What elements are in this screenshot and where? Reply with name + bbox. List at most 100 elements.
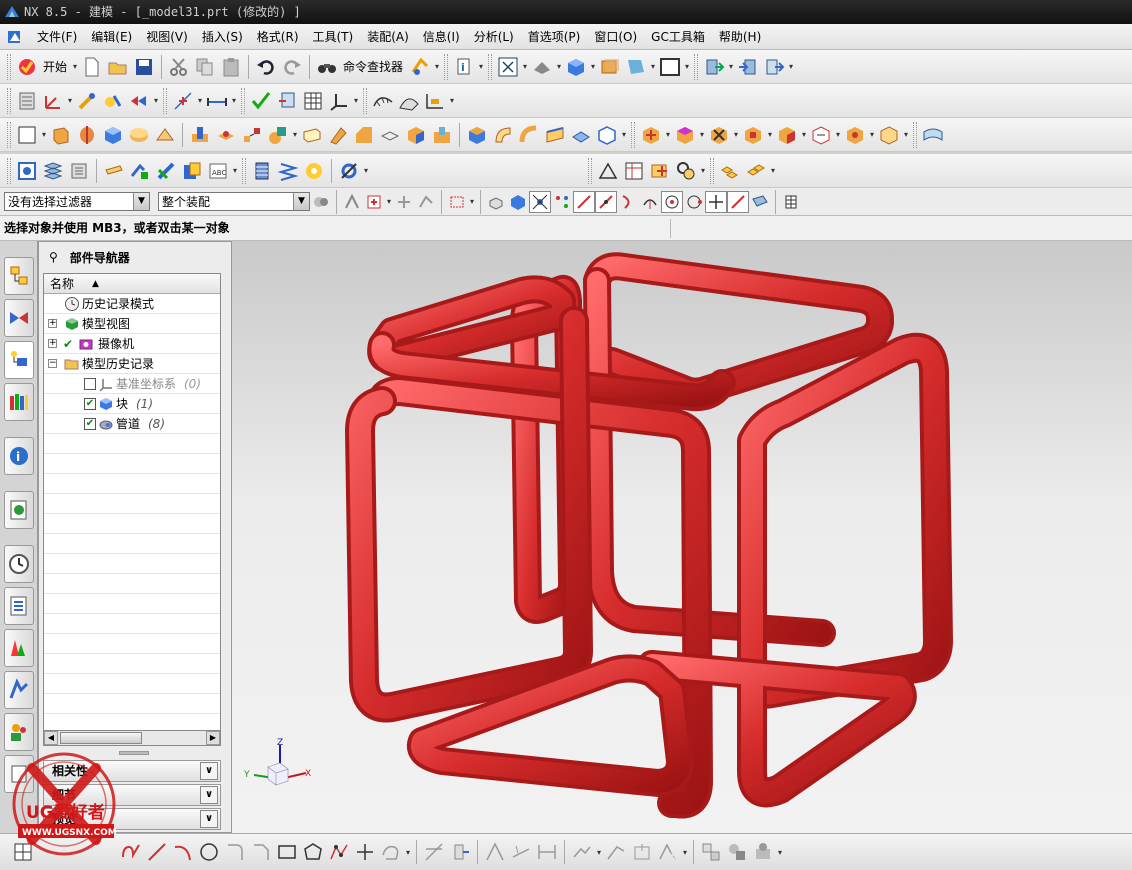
datum-dropdown-icon[interactable]: ▾ — [352, 96, 360, 105]
arc-icon[interactable] — [170, 839, 196, 865]
check-geometry-icon[interactable] — [248, 88, 274, 114]
chamfer-curve-icon[interactable] — [248, 839, 274, 865]
snap-on-face-icon[interactable] — [749, 191, 771, 213]
reuse-library-tab[interactable] — [4, 383, 34, 421]
spreadsheet-icon[interactable] — [300, 88, 326, 114]
alternate-solution-icon[interactable] — [698, 839, 724, 865]
snap-intersection-icon[interactable] — [705, 190, 727, 213]
edit-positioning-icon[interactable] — [40, 158, 66, 184]
unite-icon[interactable] — [265, 122, 291, 148]
layer-stack-icon[interactable] — [14, 88, 40, 114]
expression-icon[interactable]: ABC — [205, 158, 231, 184]
info-dropdown-icon[interactable]: ▾ — [477, 62, 485, 71]
export-dropdown-icon[interactable]: ▾ — [787, 62, 795, 71]
boss-icon[interactable] — [213, 122, 239, 148]
paste-icon[interactable] — [218, 54, 244, 80]
constraint-icon[interactable] — [508, 839, 534, 865]
layer-settings-icon[interactable] — [597, 54, 623, 80]
constraint-navigator-tab[interactable] — [4, 299, 34, 337]
menu-assembly[interactable]: 装配(A) — [360, 28, 416, 45]
spring-icon[interactable] — [275, 158, 301, 184]
tree-node-model-views[interactable]: + 模型视图 — [44, 314, 220, 334]
feature-selection-icon[interactable] — [363, 191, 385, 213]
visibility-checkbox[interactable]: ✔ — [84, 398, 96, 410]
replace-feature-icon[interactable] — [127, 158, 153, 184]
fillet-icon[interactable] — [222, 839, 248, 865]
copy-icon[interactable] — [192, 54, 218, 80]
assembly-load-icon[interactable] — [701, 54, 727, 80]
menu-view[interactable]: 视图(V) — [139, 28, 195, 45]
array-dropdown-icon[interactable]: ▾ — [769, 166, 777, 175]
curve-snap-icon[interactable] — [415, 191, 437, 213]
pmi-icon[interactable] — [647, 158, 673, 184]
studio-spline-icon[interactable] — [326, 839, 352, 865]
extrude-icon[interactable] — [48, 122, 74, 148]
feature-select-dropdown-icon[interactable]: ▾ — [385, 197, 393, 206]
sphere-edge-icon[interactable] — [594, 122, 620, 148]
examine-geometry-icon[interactable] — [274, 88, 300, 114]
new-file-icon[interactable] — [79, 54, 105, 80]
face-analysis-icon[interactable] — [396, 88, 422, 114]
roles-tab[interactable] — [4, 713, 34, 751]
edit-object-display-icon[interactable] — [74, 88, 100, 114]
bearing-icon[interactable] — [301, 158, 327, 184]
snap-select-icon[interactable] — [341, 191, 363, 213]
rect-select-dropdown-icon[interactable]: ▾ — [468, 197, 476, 206]
menu-edit[interactable]: 编辑(E) — [84, 28, 139, 45]
solid-select-icon[interactable] — [507, 191, 529, 213]
measure-dropdown-icon[interactable]: ▾ — [230, 96, 238, 105]
touch-dropdown-icon[interactable]: ▾ — [433, 62, 441, 71]
component-array-icon[interactable] — [743, 158, 769, 184]
table-note-icon[interactable] — [621, 158, 647, 184]
scroll-right-icon[interactable]: ▶ — [206, 731, 220, 745]
unite-dropdown-icon[interactable]: ▾ — [291, 130, 299, 139]
shaded-dropdown-icon[interactable]: ▾ — [589, 62, 597, 71]
create-inferred-icon[interactable] — [750, 839, 776, 865]
scroll-left-icon[interactable]: ◀ — [44, 731, 58, 745]
delete-face-dropdown-icon[interactable]: ▾ — [732, 130, 740, 139]
unsuppress-feature-icon[interactable] — [179, 158, 205, 184]
tree-node-model-history[interactable]: − 模型历史记录 — [44, 354, 220, 374]
draft-icon[interactable] — [377, 122, 403, 148]
chevron-down-icon[interactable]: ▼ — [293, 193, 309, 210]
selection-filter-select[interactable]: 没有选择过滤器 ▼ — [4, 192, 150, 211]
web-browser-tab[interactable] — [4, 491, 34, 529]
touch-mode-icon[interactable] — [407, 54, 433, 80]
dimension-icon[interactable] — [534, 839, 560, 865]
assembly-navigator-tab[interactable] — [4, 257, 34, 295]
edit-feature-parameters-icon[interactable] — [14, 158, 40, 184]
quick-extend-icon[interactable] — [447, 839, 473, 865]
sync-pull-face-icon[interactable] — [672, 122, 698, 148]
wcs-icon[interactable] — [40, 88, 66, 114]
make-corner-icon[interactable] — [482, 839, 508, 865]
trim-body-icon[interactable] — [464, 122, 490, 148]
quick-trim-icon[interactable] — [421, 839, 447, 865]
convert-dropdown-icon[interactable]: ▾ — [681, 848, 689, 857]
graphics-window[interactable]: Z X Y — [232, 241, 1132, 833]
move-to-layer-icon[interactable] — [623, 54, 649, 80]
snap-existing-point-icon[interactable] — [727, 190, 749, 213]
gear-tool-icon[interactable] — [336, 158, 362, 184]
animate-dimension-icon[interactable] — [629, 839, 655, 865]
fit-view-icon[interactable] — [495, 54, 521, 80]
start-button[interactable]: 开始 — [43, 58, 67, 75]
move-feature-icon[interactable] — [66, 158, 92, 184]
chevron-down-icon[interactable]: ∨ — [200, 786, 218, 804]
column-header-name[interactable]: 名称 ▲ — [44, 274, 220, 294]
point-plus-icon[interactable] — [352, 839, 378, 865]
command-finder-button[interactable]: 命令查找器 — [343, 58, 403, 75]
visibility-checkbox[interactable] — [84, 378, 96, 390]
edge-blend-icon[interactable] — [325, 122, 351, 148]
thicken-icon[interactable] — [542, 122, 568, 148]
tree-node-tube[interactable]: ✔ 管道 (8) — [44, 414, 220, 434]
chevron-down-icon[interactable]: ∨ — [200, 762, 218, 780]
suppress-feature-icon[interactable] — [153, 158, 179, 184]
show-constraints-icon[interactable] — [603, 839, 629, 865]
expand-icon[interactable]: + — [48, 319, 57, 328]
show-hide-icon[interactable] — [100, 88, 126, 114]
line-icon[interactable] — [144, 839, 170, 865]
point-dropdown-icon[interactable]: ▾ — [196, 96, 204, 105]
point-icon[interactable] — [170, 88, 196, 114]
shell-icon[interactable] — [299, 122, 325, 148]
draft-analysis-icon[interactable] — [422, 88, 448, 114]
